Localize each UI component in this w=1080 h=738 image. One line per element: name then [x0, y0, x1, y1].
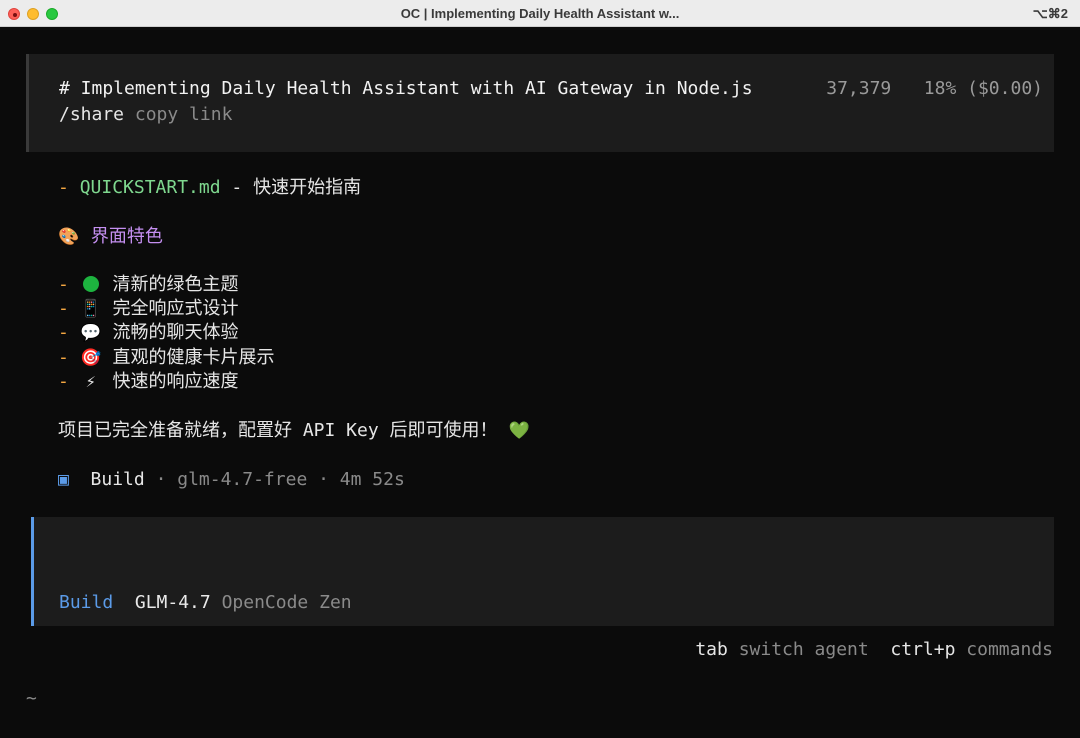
window-title: OC | Implementing Daily Health Assistant… [400, 6, 680, 21]
list-dash: - [58, 177, 69, 198]
session-header: # Implementing Daily Health Assistant wi… [26, 54, 1054, 152]
tab-key: tab [695, 639, 728, 660]
working-directory: ~ [26, 688, 37, 709]
quickstart-filename: QUICKSTART.md [79, 177, 221, 198]
feature-text: 快速的响应速度 [112, 371, 239, 392]
feature-item: - ⚡ 快速的响应速度 [58, 370, 239, 394]
speech-bubble-icon: 💬 [80, 323, 102, 343]
ctrl-p-key: ctrl+p [890, 639, 956, 660]
list-dash: - [58, 322, 69, 343]
window-shortcut: ⌥⌘2 [1032, 6, 1068, 21]
build-square-icon: ▣ [58, 469, 69, 490]
feature-item: - 🎯 直观的健康卡片展示 [58, 346, 275, 370]
quickstart-line: - QUICKSTART.md - 快速开始指南 [58, 176, 361, 200]
feature-text: 清新的绿色主题 [112, 274, 239, 295]
palette-icon: 🎨 [58, 227, 80, 247]
context-usage: 18% ($0.00) [923, 78, 1043, 99]
session-stats: 37,379 18% ($0.00) [826, 78, 1043, 99]
prompt-input[interactable]: Build GLM-4.7 OpenCode Zen [31, 517, 1054, 626]
agent-model-line: Build GLM-4.7 OpenCode Zen [59, 592, 352, 613]
model-name[interactable]: GLM-4.7 [135, 592, 211, 613]
session-title: # Implementing Daily Health Assistant wi… [59, 78, 753, 99]
green-heart-icon: 💚 [508, 421, 530, 441]
list-dash: - [58, 371, 69, 392]
feature-item: - 清新的绿色主题 [58, 273, 239, 297]
copy-link[interactable]: copy link [135, 104, 233, 125]
feature-item: - 📱 完全响应式设计 [58, 297, 239, 321]
commands-hint: commands [966, 639, 1053, 660]
quickstart-description: - 快速开始指南 [231, 177, 362, 198]
feature-item: - 💬 流畅的聊天体验 [58, 321, 239, 345]
section-title: 界面特色 [90, 226, 163, 247]
lightning-icon: ⚡ [85, 372, 96, 392]
keyboard-hints: tab switch agent ctrl+p commands [695, 639, 1053, 660]
build-label: Build [90, 469, 145, 490]
title-bar: OC | Implementing Daily Health Assistant… [0, 0, 1080, 27]
green-circle-icon [82, 276, 99, 292]
list-dash: - [58, 274, 69, 295]
build-status-line: ▣ Build · glm-4.7-free · 4m 52s [58, 468, 405, 492]
feature-text: 完全响应式设计 [112, 298, 239, 319]
agent-name[interactable]: Build [59, 592, 113, 613]
feature-text: 直观的健康卡片展示 [112, 347, 275, 368]
share-command[interactable]: /share [59, 104, 124, 125]
target-icon: 🎯 [80, 348, 102, 368]
section-heading: 🎨 界面特色 [58, 225, 163, 249]
build-model-time: · glm-4.7-free · 4m 52s [155, 469, 405, 490]
list-dash: - [58, 347, 69, 368]
ready-message: 项目已完全准备就绪，配置好 API Key 后即可使用！ 💚 [58, 419, 530, 443]
ready-text: 项目已完全准备就绪，配置好 API Key 后即可使用！ [58, 420, 498, 441]
switch-agent-hint: switch agent [738, 639, 869, 660]
provider-name: OpenCode Zen [221, 592, 352, 613]
list-dash: - [58, 298, 69, 319]
token-count: 37,379 [826, 78, 892, 99]
phone-icon: 📱 [80, 299, 102, 319]
feature-text: 流畅的聊天体验 [112, 322, 239, 343]
share-line: /share copy link [59, 104, 232, 125]
